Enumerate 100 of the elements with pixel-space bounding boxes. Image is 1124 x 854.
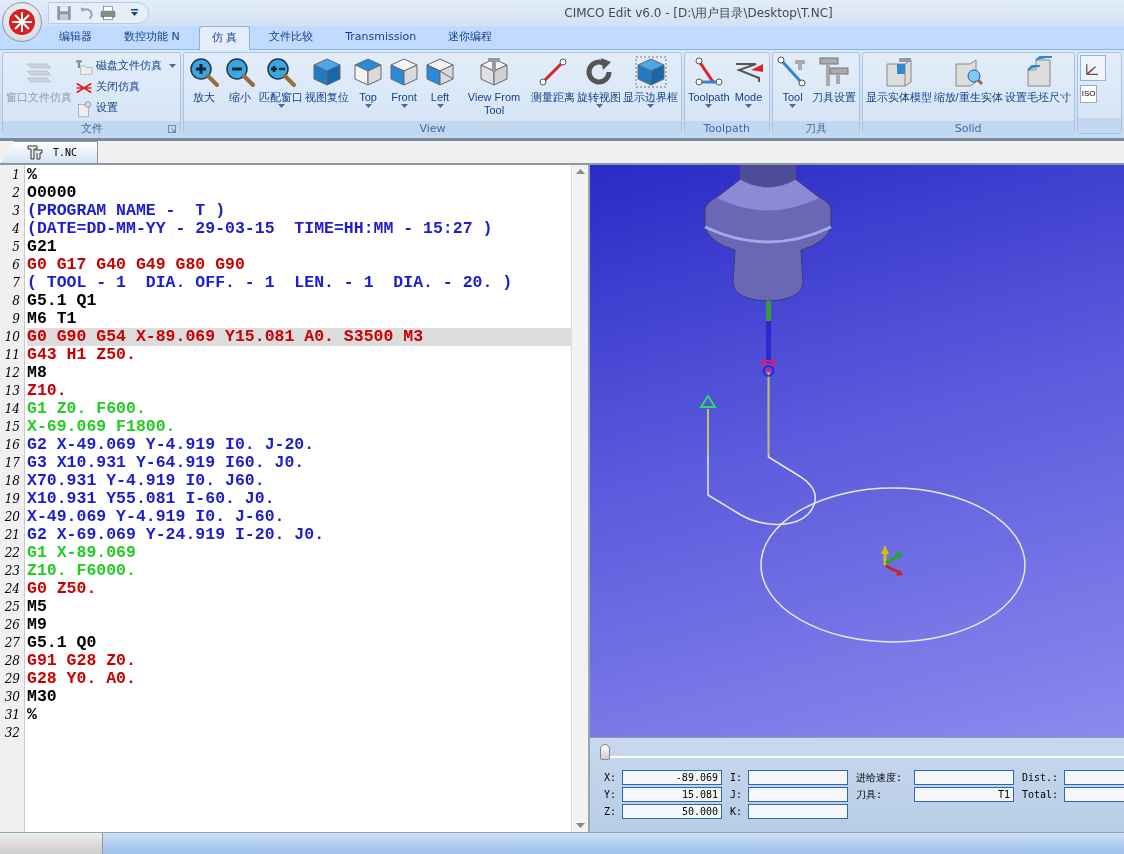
code-line[interactable]: O0000 xyxy=(27,183,77,202)
tool-icon xyxy=(27,145,43,160)
code-line[interactable]: G5.1 Q0 xyxy=(27,633,97,652)
line-number: 25 xyxy=(3,599,21,616)
code-line[interactable]: G0 Z50. xyxy=(27,579,97,598)
ribbon-button[interactable]: 缩放/重生实体 xyxy=(932,55,1004,121)
ribbon-tab[interactable]: Transmission xyxy=(332,24,430,49)
ribbon-tab[interactable]: 仿 真 xyxy=(198,25,251,50)
cube-top-icon xyxy=(352,56,384,88)
line-number: 12 xyxy=(3,365,21,382)
caret-icon xyxy=(169,64,176,69)
line-number: 2 xyxy=(11,185,21,202)
coordinate-field[interactable] xyxy=(748,804,848,819)
dialog-launcher-icon[interactable] xyxy=(168,125,176,133)
ribbon-button[interactable]: 缩小 xyxy=(222,55,258,121)
zoom-fit-icon xyxy=(265,56,297,88)
ribbon-button[interactable]: Top xyxy=(350,55,386,121)
group-title: 刀具 xyxy=(804,122,827,135)
ribbon-button[interactable]: 磁盘文件仿真 xyxy=(73,56,178,77)
line-number: 22 xyxy=(3,545,21,562)
line-number: 7 xyxy=(11,275,21,292)
document-tab[interactable]: T.NC xyxy=(2,141,99,163)
code-line[interactable]: G2 X-69.069 Y-24.919 I-20. J0. xyxy=(27,525,325,544)
code-line[interactable]: M5 xyxy=(27,597,47,616)
ribbon-button[interactable]: 旋转视图 xyxy=(576,55,622,121)
line-number: 3 xyxy=(11,203,21,220)
customize-caret-icon[interactable] xyxy=(131,9,138,17)
toolpath-icon xyxy=(692,56,725,88)
code-line[interactable]: M9 xyxy=(27,615,47,634)
vertical-scrollbar[interactable] xyxy=(571,165,588,832)
code-line[interactable]: G3 X10.931 Y-64.919 I60. J0. xyxy=(27,453,305,472)
ribbon-button[interactable]: 测量距离 xyxy=(530,55,576,121)
code-line[interactable]: G2 X-49.069 Y-4.919 I0. J-20. xyxy=(27,435,315,454)
code-line[interactable]: X70.931 Y-4.919 I0. J60. xyxy=(27,471,265,490)
print-icon[interactable] xyxy=(99,4,117,22)
ribbon-button[interactable]: Toolpath xyxy=(687,55,731,121)
code-line[interactable]: M30 xyxy=(27,687,57,706)
scroll-down-icon[interactable] xyxy=(575,823,585,828)
field-label: Total: xyxy=(1022,788,1060,802)
code-line[interactable]: G43 H1 Z50. xyxy=(27,345,136,364)
ribbon-button[interactable]: 放大 xyxy=(186,55,222,121)
ribbon-button[interactable]: View From Tool xyxy=(458,55,530,121)
ribbon-tab[interactable]: 数控功能 N xyxy=(111,24,193,49)
code-line[interactable]: G5.1 Q1 xyxy=(27,291,97,310)
code-line[interactable]: G21 xyxy=(27,237,57,256)
ribbon-button[interactable]: 匹配窗口 xyxy=(258,55,304,121)
code-line[interactable]: X10.931 Y55.081 I-60. J0. xyxy=(27,489,275,508)
code-line[interactable]: % xyxy=(27,165,37,184)
ribbon-button[interactable]: 显示边界框 xyxy=(622,55,679,121)
ribbon-button[interactable]: Mode xyxy=(730,55,767,121)
ribbon-tab[interactable]: 迷你编程 xyxy=(435,24,506,49)
view-mode-field[interactable]: ISO xyxy=(1079,85,1098,103)
ribbon-button[interactable]: 显示实体模型 xyxy=(864,55,933,121)
caret-icon xyxy=(595,104,603,109)
coordinate-field[interactable] xyxy=(914,770,1014,785)
scroll-up-icon[interactable] xyxy=(575,169,585,174)
zoom-in-icon xyxy=(188,56,220,88)
save-icon[interactable] xyxy=(55,4,73,22)
coordinate-field[interactable] xyxy=(748,770,848,785)
code-line[interactable]: X-49.069 Y-4.919 I0. J-60. xyxy=(27,507,285,526)
code-line[interactable]: ( TOOL - 1 DIA. OFF. - 1 LEN. - 1 DIA. - 20. ) xyxy=(27,273,513,292)
ribbon-button[interactable]: 关闭仿真 xyxy=(73,77,178,98)
code-line[interactable]: M6 T1 xyxy=(27,309,77,328)
code-line[interactable]: G0 G90 G54 X-89.069 Y15.081 A0. S3500 M3 xyxy=(27,327,424,346)
coordinate-field[interactable]: -89.069 xyxy=(622,770,722,785)
code-line[interactable]: G0 G17 G40 G49 G80 G90 xyxy=(27,255,245,274)
ribbon-button[interactable]: 设置毛坯尺寸 xyxy=(1003,55,1072,121)
caret-icon xyxy=(364,104,372,109)
code-line[interactable]: G91 G28 Z0. xyxy=(27,651,136,670)
line-number: 28 xyxy=(3,653,21,670)
3d-viewport[interactable] xyxy=(590,165,1124,737)
coordinate-field[interactable]: 15.081 xyxy=(622,787,722,802)
ribbon-button[interactable]: Left xyxy=(422,55,458,121)
coordinate-field[interactable] xyxy=(748,787,848,802)
code-line[interactable]: (DATE=DD-MM-YY - 29-03-15 TIME=HH:MM - 15:27 ) xyxy=(27,219,493,238)
ribbon-button[interactable]: Tool xyxy=(774,55,811,121)
coordinate-field[interactable]: T1 xyxy=(914,787,1014,802)
ribbon-button[interactable]: 设置 xyxy=(73,98,178,119)
progress-slider[interactable] xyxy=(600,744,1124,758)
code-line[interactable]: Z10. xyxy=(27,381,67,400)
slider-thumb[interactable] xyxy=(600,744,610,760)
code-line[interactable]: (PROGRAM NAME - T ) xyxy=(27,201,226,220)
line-number: 21 xyxy=(3,527,21,544)
group-title: Toolpath xyxy=(703,122,750,135)
undo-icon[interactable] xyxy=(77,4,95,22)
ribbon-tab[interactable]: 编辑器 xyxy=(46,24,105,49)
field-label: Y: xyxy=(604,788,618,802)
ribbon-button[interactable]: 刀具设置 xyxy=(810,55,857,121)
tool-settings-icon xyxy=(817,56,850,88)
ribbon-button[interactable]: Front xyxy=(386,55,422,121)
ribbon-button[interactable]: 视图复位 xyxy=(304,55,350,121)
ribbon-tab[interactable]: 文件比较 xyxy=(256,24,327,49)
view-button[interactable] xyxy=(1079,55,1106,81)
code-line[interactable]: M8 xyxy=(27,363,47,382)
code-line[interactable]: % xyxy=(27,705,37,724)
coordinate-field[interactable]: 50.000 xyxy=(622,804,722,819)
caret-icon xyxy=(436,104,444,109)
code-line[interactable]: G28 Y0. A0. xyxy=(27,669,136,688)
cube-icon xyxy=(311,56,343,88)
caret-icon xyxy=(789,104,797,109)
